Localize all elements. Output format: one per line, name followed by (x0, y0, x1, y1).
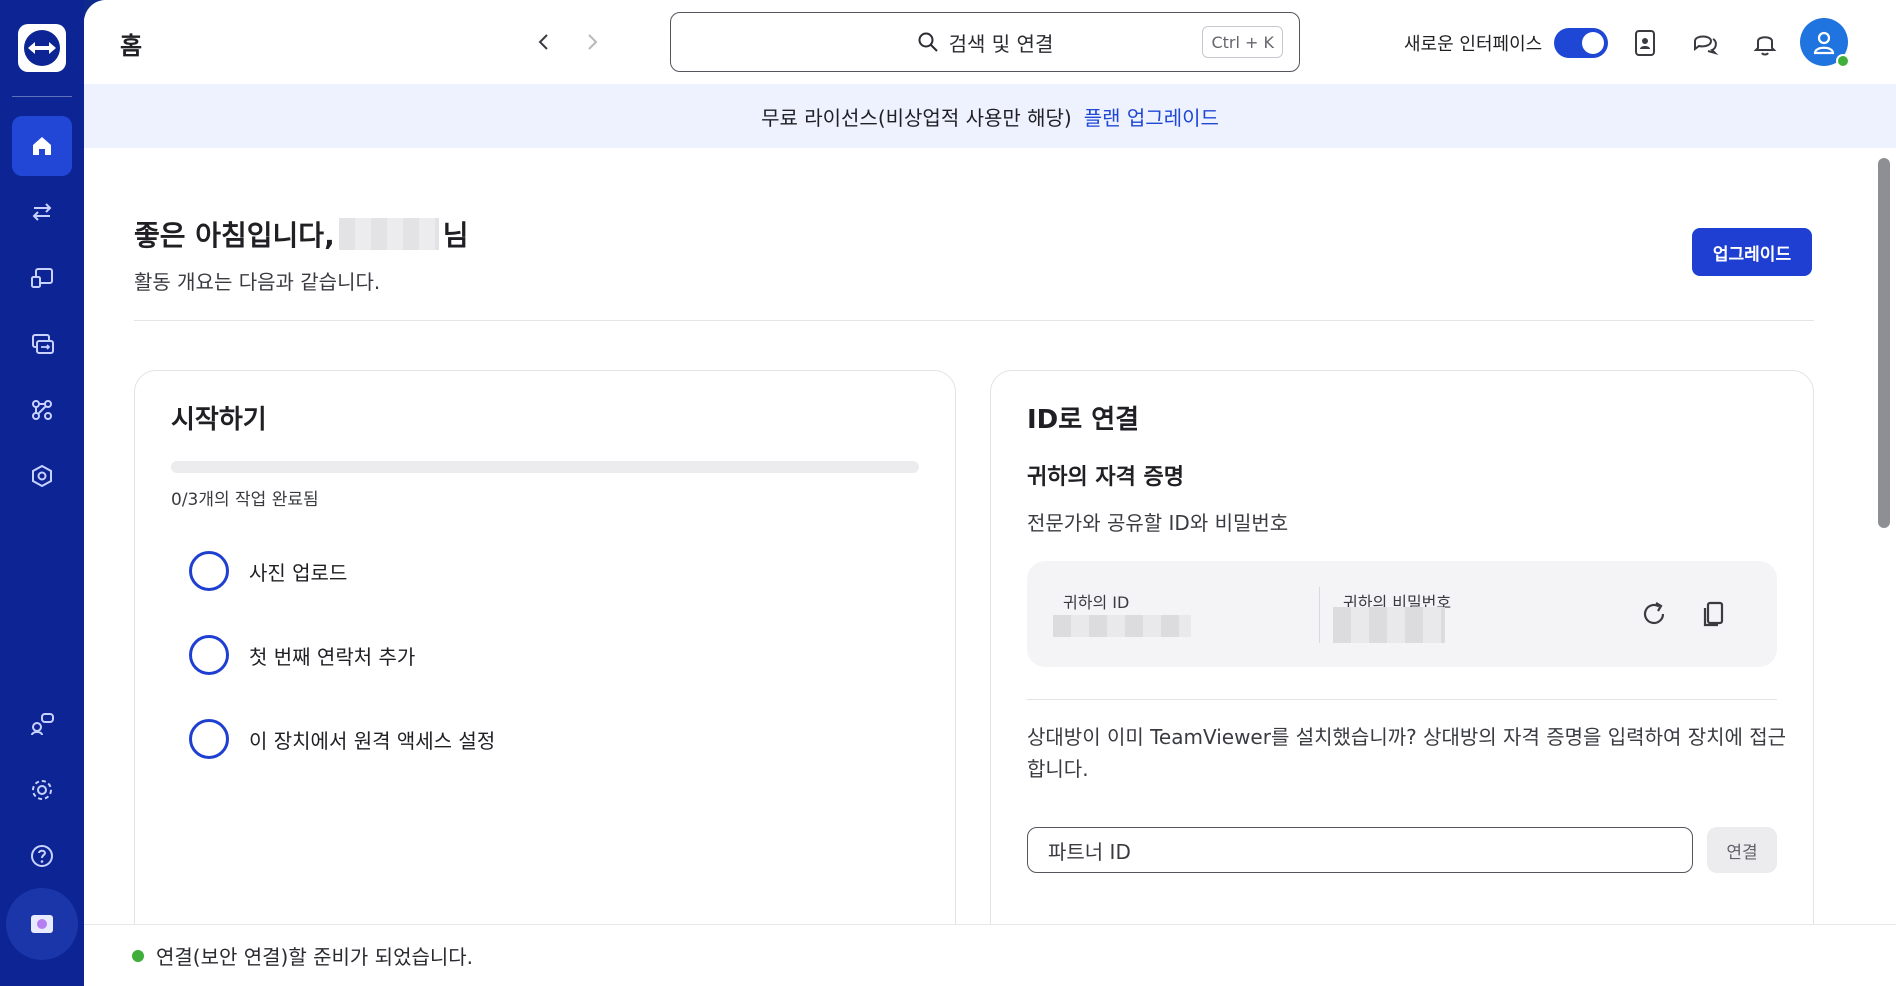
search-shortcut-badge: Ctrl + K (1202, 26, 1283, 58)
connect-by-id-card: ID로 연결 귀하의 자격 증명 전문가와 공유할 ID와 비밀번호 귀하의 I… (990, 370, 1814, 970)
search-icon (918, 32, 938, 52)
sidebar-item-security[interactable] (12, 446, 72, 506)
contact-card-icon (1635, 30, 1655, 56)
greeting-suffix: 님 (442, 219, 469, 252)
sidebar-item-home[interactable] (12, 116, 72, 176)
partner-instructions: 상대방이 이미 TeamViewer를 설치했습니까? 상대방의 자격 증명을 … (1027, 725, 1787, 781)
help-icon (31, 845, 53, 867)
task-label: 사진 업로드 (249, 560, 348, 585)
task-item[interactable]: 사진 업로드 (189, 551, 347, 591)
credentials-title: 귀하의 자격 증명 (1027, 465, 1184, 490)
notifications-button[interactable] (1748, 26, 1782, 60)
credentials-separator (1319, 587, 1320, 643)
page-title: 홈 (120, 32, 143, 60)
getting-started-title: 시작하기 (171, 405, 267, 435)
sidebar-item-help[interactable] (12, 826, 72, 886)
section-divider (134, 320, 1814, 321)
user-avatar[interactable] (1800, 18, 1850, 68)
copy-credentials-button[interactable] (1697, 597, 1731, 631)
shield-settings-icon (32, 464, 52, 488)
license-text: 무료 라이선스(비상업적 사용만 해당) (761, 105, 1072, 130)
bell-icon (1753, 36, 1777, 56)
search-connect-field[interactable]: 검색 및 연결 Ctrl + K (670, 12, 1300, 72)
status-bar: 연결(보안 연결)할 준비가 되었습니다. (84, 924, 1896, 986)
redacted-id-value[interactable] (1053, 615, 1191, 637)
chat-button[interactable] (1688, 26, 1722, 60)
task-item[interactable]: 첫 번째 연락처 추가 (189, 635, 415, 675)
greeting-subtitle: 활동 개요는 다음과 같습니다. (134, 270, 381, 294)
redacted-password-value[interactable] (1333, 607, 1445, 643)
sidebar-item-community[interactable] (12, 694, 72, 754)
session-screens-icon (32, 334, 54, 354)
sidebar (0, 0, 84, 986)
task-label: 첫 번째 연락처 추가 (249, 644, 416, 669)
task-label: 이 장치에서 원격 액세스 설정 (249, 728, 496, 753)
partner-id-input[interactable]: 파트너 ID (1027, 827, 1693, 873)
copy-icon (1703, 601, 1724, 627)
sidebar-divider (12, 96, 72, 97)
redacted-user-name (338, 218, 439, 250)
main-panel: 홈 검색 및 연결 Ctrl + K 새로운 인터페이스 무료 라이선스(비상업… (84, 0, 1896, 986)
sidebar-app-status[interactable] (6, 888, 78, 960)
home-icon (33, 137, 51, 155)
task-checkbox-icon[interactable] (189, 719, 229, 759)
refresh-icon (1643, 602, 1665, 625)
chat-bubbles-icon (1694, 35, 1719, 56)
card-divider (1027, 699, 1777, 700)
teamviewer-logo-icon[interactable] (18, 24, 66, 72)
credentials-subtitle: 전문가와 공유할 ID와 비밀번호 (1027, 511, 1289, 535)
your-id-label: 귀하의 ID (1063, 593, 1130, 612)
screen-record-icon (31, 915, 53, 933)
chevron-left-icon (538, 34, 548, 50)
forward-button[interactable] (578, 28, 606, 56)
sidebar-item-settings[interactable] (12, 760, 72, 820)
upgrade-plan-link[interactable]: 플랜 업그레이드 (1084, 102, 1219, 131)
connect-button[interactable]: 연결 (1707, 827, 1777, 873)
remote-device-icon (31, 268, 53, 288)
connection-status-icon (132, 949, 144, 962)
refresh-password-button[interactable] (1637, 597, 1671, 631)
connection-status-text: 연결(보안 연결)할 준비가 되었습니다. (156, 945, 474, 969)
task-item[interactable]: 이 장치에서 원격 액세스 설정 (189, 719, 495, 759)
chevron-right-icon (588, 34, 598, 50)
upgrade-button[interactable]: 업그레이드 (1692, 228, 1812, 276)
sidebar-item-integrations[interactable] (12, 380, 72, 440)
tasks-progress-bar (171, 461, 919, 473)
user-icon (1813, 31, 1835, 55)
workflow-icon (32, 400, 52, 420)
task-checkbox-icon[interactable] (189, 551, 229, 591)
contacts-button[interactable] (1628, 26, 1662, 60)
content-area: 좋은 아침입니다, 님 활동 개요는 다음과 같습니다. 업그레이드 시작하기 … (84, 148, 1896, 970)
connect-title: ID로 연결 (1027, 405, 1140, 435)
search-placeholder: 검색 및 연결 (948, 31, 1054, 56)
credentials-box: 귀하의 ID 귀하의 비밀번호 (1027, 561, 1777, 667)
back-button[interactable] (530, 28, 558, 56)
getting-started-card: 시작하기 0/3개의 작업 완료됨 사진 업로드 첫 번째 연락처 추가 이 장… (134, 370, 956, 970)
task-checkbox-icon[interactable] (189, 635, 229, 675)
sidebar-item-sessions[interactable] (12, 314, 72, 374)
gear-icon (32, 780, 52, 800)
community-chat-icon (31, 713, 54, 736)
new-interface-label: 새로운 인터페이스 (1404, 34, 1543, 55)
new-interface-toggle[interactable] (1554, 28, 1608, 58)
transfer-arrows-icon (32, 203, 52, 221)
sidebar-item-devices[interactable] (12, 248, 72, 308)
sidebar-item-transfer[interactable] (12, 182, 72, 242)
online-status-dot (1836, 54, 1850, 68)
license-banner: 무료 라이선스(비상업적 사용만 해당) 플랜 업그레이드 (84, 84, 1896, 148)
scrollbar-thumb[interactable] (1878, 158, 1890, 528)
greeting-prefix: 좋은 아침입니다, (134, 219, 335, 252)
top-bar: 홈 검색 및 연결 Ctrl + K 새로운 인터페이스 (84, 0, 1896, 84)
greeting-heading: 좋은 아침입니다, 님 (134, 214, 468, 254)
tasks-progress-text: 0/3개의 작업 완료됨 (171, 490, 319, 510)
